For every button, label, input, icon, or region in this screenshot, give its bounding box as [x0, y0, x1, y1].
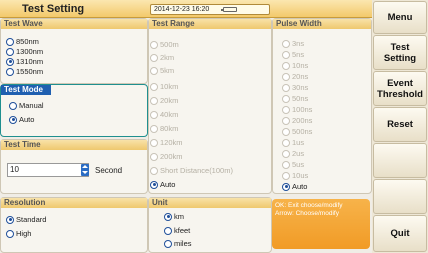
side-menu: Menu Test Setting Event Threshold Reset … — [372, 0, 428, 253]
test-mode-header: Test Mode — [1, 85, 51, 95]
range-option[interactable]: 10km — [150, 82, 178, 91]
pulse-option[interactable]: 20ns — [282, 72, 308, 81]
blank-button-1[interactable] — [373, 143, 427, 178]
unit-option-km[interactable]: km — [164, 212, 184, 221]
wave-option[interactable]: 1300nm — [6, 47, 43, 56]
radio-icon — [282, 116, 290, 125]
radio-icon — [150, 96, 158, 105]
radio-icon — [164, 239, 172, 248]
radio-icon — [282, 127, 290, 136]
radio-icon — [9, 101, 17, 110]
pulse-option[interactable]: 10us — [282, 171, 308, 180]
radio-icon — [282, 160, 290, 169]
range-option[interactable]: 5km — [150, 66, 174, 75]
radio-icon — [282, 39, 290, 48]
range-option[interactable]: 500m — [150, 40, 179, 49]
radio-icon — [150, 53, 158, 62]
range-option[interactable]: 80km — [150, 124, 178, 133]
pulse-width-header: Pulse Width — [273, 19, 371, 29]
range-option[interactable]: 200km — [150, 152, 183, 161]
reset-button[interactable]: Reset — [373, 107, 427, 142]
test-setting-button[interactable]: Test Setting — [373, 35, 427, 70]
radio-checked-icon — [282, 182, 290, 191]
radio-icon — [282, 149, 290, 158]
pulse-option[interactable]: 5ns — [282, 50, 304, 59]
resolution-header: Resolution — [1, 198, 147, 208]
datetime-display: 2014-12-23 16:20 — [150, 4, 270, 15]
wave-option[interactable]: 850nm — [6, 37, 39, 46]
radio-icon — [6, 229, 14, 238]
radio-icon — [150, 66, 158, 75]
radio-checked-icon — [6, 57, 14, 66]
blank-button-2[interactable] — [373, 179, 427, 214]
radio-checked-icon — [6, 215, 14, 224]
radio-icon — [164, 226, 172, 235]
spinner-icon[interactable] — [81, 164, 89, 176]
hint-line-ok: OK: Exit choose/modify — [275, 202, 343, 209]
test-mode-panel: Test Mode — [0, 84, 148, 137]
resolution-option-high[interactable]: High — [6, 229, 31, 238]
pulse-option[interactable]: 100ns — [282, 105, 312, 114]
hint-line-arrow: Arrow: Choose/modify — [275, 210, 339, 217]
wave-option[interactable]: 1550nm — [6, 67, 43, 76]
radio-icon — [150, 110, 158, 119]
test-time-input[interactable]: 10 — [7, 163, 89, 177]
range-option[interactable]: 2km — [150, 53, 174, 62]
radio-icon — [150, 40, 158, 49]
test-range-header: Test Range — [149, 19, 271, 29]
pulse-option[interactable]: 500ns — [282, 127, 312, 136]
radio-icon — [282, 50, 290, 59]
page-title: Test Setting — [22, 3, 85, 15]
radio-icon — [282, 94, 290, 103]
radio-icon — [282, 171, 290, 180]
radio-icon — [6, 67, 14, 76]
resolution-option-standard[interactable]: Standard — [6, 215, 46, 224]
hint-box: OK: Exit choose/modify Arrow: Choose/mod… — [272, 199, 370, 249]
wave-option[interactable]: 1310nm — [6, 57, 43, 66]
battery-icon — [221, 7, 237, 12]
unit-header: Unit — [149, 198, 271, 208]
radio-icon — [282, 61, 290, 70]
quit-button[interactable]: Quit — [373, 215, 427, 252]
range-option[interactable]: 120km — [150, 138, 183, 147]
radio-icon — [282, 105, 290, 114]
test-time-unit: Second — [95, 166, 123, 175]
pulse-option[interactable]: 30ns — [282, 83, 308, 92]
unit-option-miles[interactable]: miles — [164, 239, 192, 248]
radio-icon — [150, 166, 158, 175]
pulse-option[interactable]: 3ns — [282, 39, 304, 48]
range-option[interactable]: 20km — [150, 96, 178, 105]
resolution-panel: Resolution — [0, 197, 148, 253]
radio-checked-icon — [9, 115, 17, 124]
pulse-option[interactable]: 1us — [282, 138, 304, 147]
range-option[interactable]: Short Distance(100m) — [150, 166, 233, 175]
pulse-option[interactable]: 200ns — [282, 116, 312, 125]
pulse-option[interactable]: 5us — [282, 160, 304, 169]
test-time-header: Test Time — [1, 140, 147, 150]
radio-icon — [282, 138, 290, 147]
unit-option-kfeet[interactable]: kfeet — [164, 226, 190, 235]
radio-checked-icon — [150, 180, 158, 189]
radio-icon — [6, 47, 14, 56]
radio-icon — [282, 83, 290, 92]
radio-icon — [150, 124, 158, 133]
title-bar: Test Setting 2014-12-23 16:20 — [0, 0, 372, 18]
mode-option-auto[interactable]: Auto — [9, 115, 34, 124]
radio-icon — [150, 138, 158, 147]
radio-icon — [150, 82, 158, 91]
range-option[interactable]: 40km — [150, 110, 178, 119]
menu-button[interactable]: Menu — [373, 1, 427, 34]
range-option-auto[interactable]: Auto — [150, 180, 175, 189]
radio-icon — [6, 37, 14, 46]
mode-option-manual[interactable]: Manual — [9, 101, 44, 110]
pulse-option[interactable]: 10ns — [282, 61, 308, 70]
pulse-option-auto[interactable]: Auto — [282, 182, 307, 191]
test-wave-header: Test Wave — [1, 19, 147, 29]
pulse-option[interactable]: 50ns — [282, 94, 308, 103]
event-threshold-button[interactable]: Event Threshold — [373, 71, 427, 106]
radio-icon — [282, 72, 290, 81]
radio-checked-icon — [164, 212, 172, 221]
pulse-option[interactable]: 2us — [282, 149, 304, 158]
radio-icon — [150, 152, 158, 161]
